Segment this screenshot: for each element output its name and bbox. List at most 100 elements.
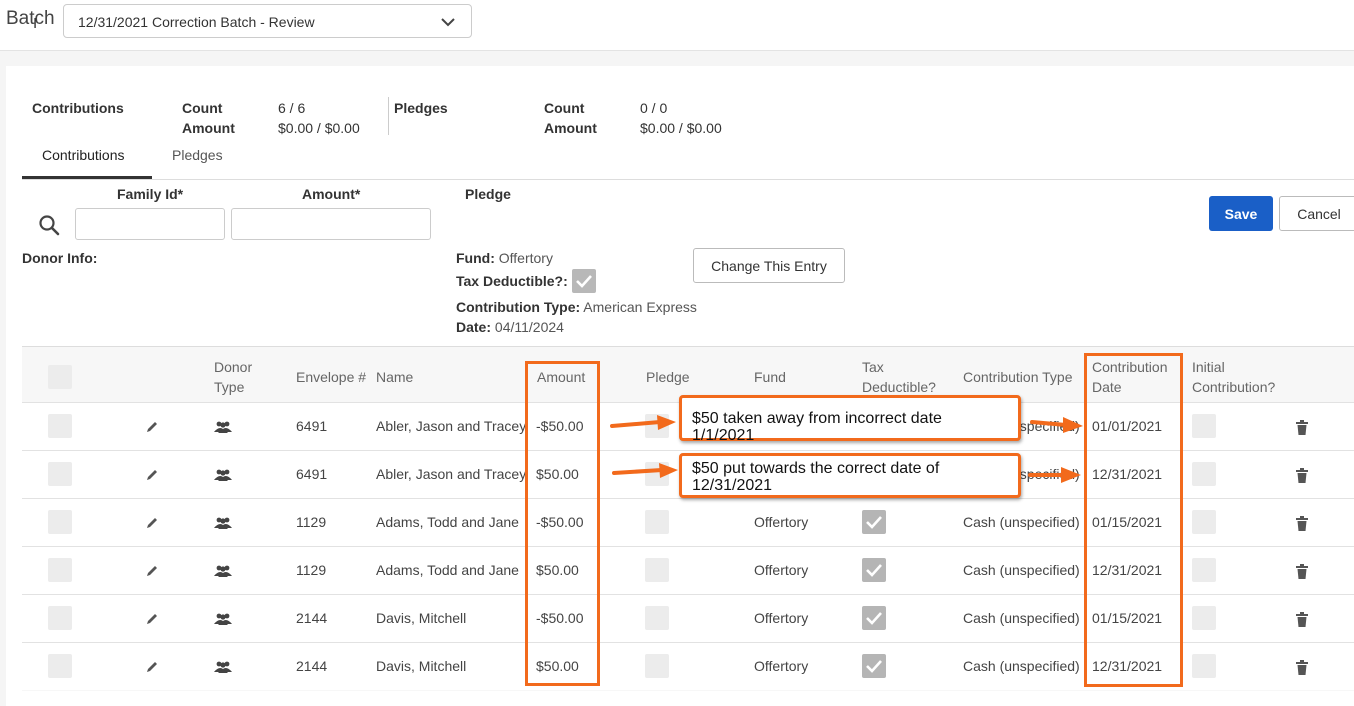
row-envelope: 2144 — [296, 658, 328, 674]
pencil-icon[interactable] — [145, 516, 159, 533]
trash-icon[interactable] — [1296, 612, 1308, 630]
summary-pledge-count-label: Count — [544, 100, 585, 116]
row-initial-checkbox[interactable] — [1192, 606, 1216, 630]
donor-info-label: Donor Info: — [22, 250, 98, 266]
trash-icon[interactable] — [1296, 516, 1308, 534]
th-fund[interactable]: Fund — [754, 367, 786, 387]
trash-icon[interactable] — [1296, 564, 1308, 582]
row-pledge-checkbox[interactable] — [645, 654, 669, 678]
row-tax-checkbox[interactable] — [862, 654, 886, 678]
top-bar: Batch I 12/31/2021 Correction Batch - Re… — [0, 0, 1354, 51]
annotation-callout-added: $50 put towards the correct date of 12/31… — [679, 453, 1021, 498]
th-donor-type-line1: Donor — [214, 359, 253, 375]
th-initial-line2: Contribution? — [1192, 379, 1276, 395]
th-envelope[interactable]: Envelope # — [296, 367, 366, 387]
row-tax-checkbox[interactable] — [862, 558, 886, 582]
row-contribution-type: Cash (unspecified) — [963, 562, 1080, 578]
tax-info-label: Tax Deductible?: — [456, 273, 568, 289]
th-name[interactable]: Name — [376, 367, 413, 387]
text-cursor-icon: I — [33, 15, 38, 32]
row-fund: Offertory — [754, 514, 809, 530]
pencil-icon[interactable] — [145, 612, 159, 629]
pencil-icon[interactable] — [145, 564, 159, 581]
row-tax-checkbox[interactable] — [862, 510, 886, 534]
pencil-icon[interactable] — [145, 660, 159, 677]
select-all-checkbox[interactable] — [48, 365, 72, 389]
row-select-checkbox[interactable] — [48, 558, 72, 582]
th-pledge[interactable]: Pledge — [646, 367, 690, 387]
date-info: Date: 04/11/2024 — [456, 319, 564, 335]
contribution-type-info: Contribution Type: American Express — [456, 299, 697, 315]
th-contribution-type[interactable]: Contribution Type — [963, 367, 1072, 387]
change-entry-button[interactable]: Change This Entry — [693, 248, 845, 283]
callout-removed-text: $50 taken away from incorrect date 1/1/2… — [692, 410, 942, 444]
family-id-input[interactable] — [75, 208, 225, 240]
amount-input[interactable] — [231, 208, 431, 240]
summary-divider — [388, 97, 389, 135]
row-name: Abler, Jason and Tracey — [376, 466, 527, 482]
chevron-down-icon — [441, 18, 455, 27]
row-pledge-checkbox[interactable] — [645, 558, 669, 582]
summary-pledge-amount-label: Amount — [544, 120, 597, 136]
row-contribution-type: Cash (unspecified) — [963, 514, 1080, 530]
summary-contrib-amount-value: $0.00 / $0.00 — [278, 120, 360, 136]
arrow-right-icon — [1030, 417, 1083, 433]
tab-contributions[interactable]: Contributions — [42, 147, 125, 163]
fund-info: Fund: Offertory — [456, 250, 553, 266]
row-contribution-type: Cash (unspecified) — [963, 610, 1080, 626]
row-pledge-checkbox[interactable] — [645, 606, 669, 630]
row-select-checkbox[interactable] — [48, 510, 72, 534]
th-initial-line1: Initial — [1192, 359, 1225, 375]
trash-icon[interactable] — [1296, 468, 1308, 486]
checkmark-icon — [862, 660, 886, 681]
users-icon — [213, 516, 233, 533]
row-name: Abler, Jason and Tracey — [376, 418, 527, 434]
row-fund: Offertory — [754, 610, 809, 626]
batch-select-value: 12/31/2021 Correction Batch - Review — [78, 14, 315, 30]
family-id-label: Family Id* — [117, 186, 184, 202]
th-initial-contribution[interactable]: Initial Contribution? — [1192, 357, 1275, 397]
trash-icon[interactable] — [1296, 660, 1308, 678]
row-select-checkbox[interactable] — [48, 654, 72, 678]
search-icon[interactable] — [38, 214, 60, 236]
fund-info-value: Offertory — [498, 250, 553, 266]
tab-pledges[interactable]: Pledges — [172, 147, 223, 163]
row-envelope: 6491 — [296, 418, 328, 434]
summary-pledge-amount-value: $0.00 / $0.00 — [640, 120, 722, 136]
tax-info: Tax Deductible?: — [456, 273, 568, 289]
row-select-checkbox[interactable] — [48, 414, 72, 438]
cancel-button[interactable]: Cancel — [1279, 196, 1354, 231]
users-icon — [213, 612, 233, 629]
checkmark-icon — [862, 564, 886, 585]
annotation-callout-removed: $50 taken away from incorrect date 1/1/2… — [679, 395, 1021, 444]
fund-info-label: Fund: — [456, 250, 495, 266]
batch-select[interactable]: 12/31/2021 Correction Batch - Review — [63, 4, 472, 38]
row-initial-checkbox[interactable] — [1192, 414, 1216, 438]
tabs-divider — [22, 179, 1354, 180]
th-donor-type: Donor Type — [214, 357, 252, 397]
row-name: Adams, Todd and Jane — [376, 562, 519, 578]
th-tax-line1: Tax — [862, 359, 884, 375]
row-name: Davis, Mitchell — [376, 658, 467, 674]
type-info-value: American Express — [583, 299, 697, 315]
save-button[interactable]: Save — [1209, 196, 1273, 231]
row-name: Davis, Mitchell — [376, 610, 467, 626]
tax-deductible-checkbox[interactable] — [572, 269, 596, 293]
summary-pledge-count-value: 0 / 0 — [640, 100, 668, 116]
row-select-checkbox[interactable] — [48, 606, 72, 630]
batch-label: Batch — [6, 8, 55, 29]
th-tax-deductible[interactable]: Tax Deductible? — [862, 357, 936, 397]
row-pledge-checkbox[interactable] — [645, 510, 669, 534]
row-initial-checkbox[interactable] — [1192, 462, 1216, 486]
row-fund: Offertory — [754, 658, 809, 674]
pencil-icon[interactable] — [145, 468, 159, 485]
row-initial-checkbox[interactable] — [1192, 558, 1216, 582]
row-fund: Offertory — [754, 562, 809, 578]
row-select-checkbox[interactable] — [48, 462, 72, 486]
row-tax-checkbox[interactable] — [862, 606, 886, 630]
row-initial-checkbox[interactable] — [1192, 654, 1216, 678]
row-envelope: 1129 — [296, 514, 327, 530]
pencil-icon[interactable] — [145, 420, 159, 437]
trash-icon[interactable] — [1296, 420, 1308, 438]
row-initial-checkbox[interactable] — [1192, 510, 1216, 534]
